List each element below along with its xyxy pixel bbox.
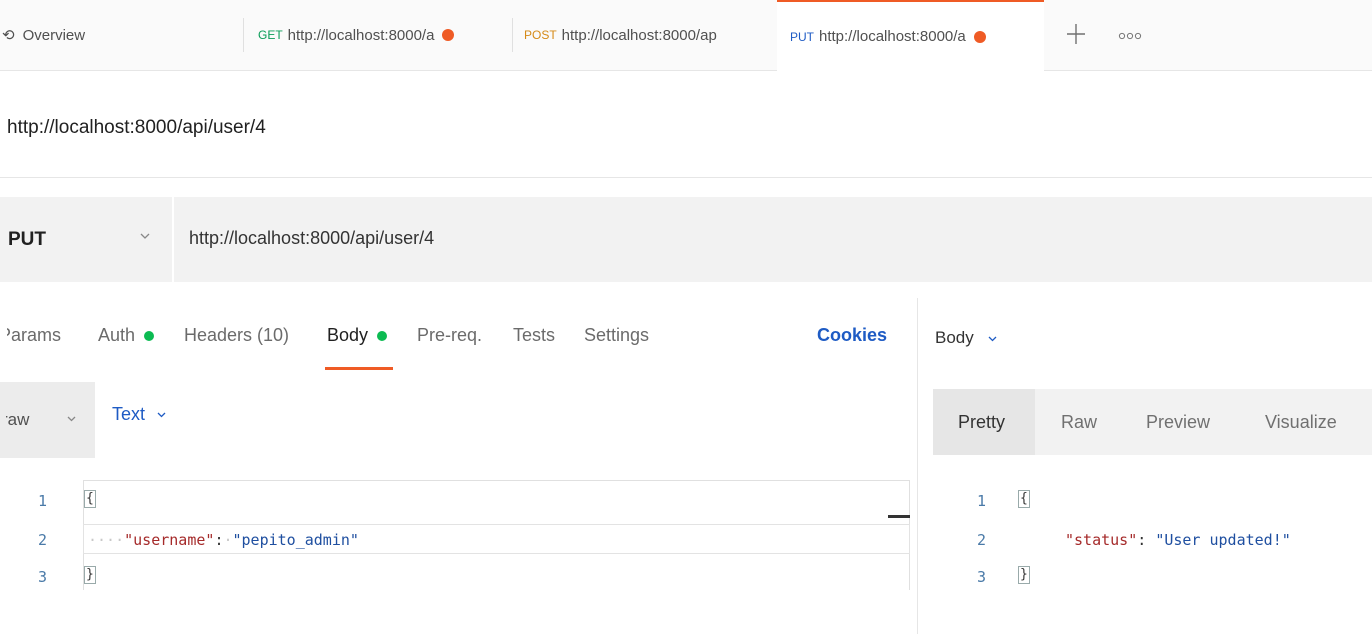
body-format-select[interactable]: Text xyxy=(112,404,168,425)
chevron-down-icon xyxy=(140,233,150,239)
body-mode-label: raw xyxy=(6,410,30,429)
tab-overview[interactable]: ⟲ Overview xyxy=(0,0,230,70)
tab-method-get: GET xyxy=(258,28,283,42)
tab-prereq[interactable]: Pre-req. xyxy=(417,325,482,346)
json-value: "User updated!" xyxy=(1155,531,1291,549)
line-number: 3 xyxy=(977,568,987,586)
indent-guide: ···· xyxy=(88,531,125,549)
close-brace: } xyxy=(1018,566,1030,584)
code-token: } xyxy=(84,564,96,584)
body-format-label: Text xyxy=(112,404,146,424)
method-select[interactable]: PUT xyxy=(0,197,172,282)
indent-guide: · xyxy=(223,531,233,549)
tab-preview[interactable]: Preview xyxy=(1146,412,1210,433)
status-dot-icon xyxy=(377,330,388,341)
line-number: 2 xyxy=(977,531,987,549)
tab-put-request[interactable]: PUT http://localhost:8000/a xyxy=(777,0,1044,71)
tab-url: http://localhost:8000/a xyxy=(287,26,435,44)
json-key: "username" xyxy=(124,531,215,549)
code-token: } xyxy=(1018,564,1030,584)
tab-url: http://localhost:8000/ap xyxy=(561,26,717,44)
tab-overview-label: Overview xyxy=(22,26,86,44)
tab-settings-label: Settings xyxy=(584,325,650,345)
open-brace: { xyxy=(1018,490,1030,508)
tab-headers[interactable]: Headers (10) xyxy=(184,325,289,346)
tab-auth-label: Auth xyxy=(98,325,136,345)
json-colon: : xyxy=(1137,531,1147,549)
more-tabs-icon[interactable] xyxy=(1118,29,1144,41)
active-tab-indicator xyxy=(325,367,393,370)
tab-divider xyxy=(243,18,244,52)
json-value: "pepito_admin" xyxy=(232,531,359,549)
code-token: { xyxy=(1018,488,1030,508)
unsaved-dot-icon xyxy=(442,29,455,41)
request-title[interactable]: http://localhost:8000/api/user/4 xyxy=(7,117,266,139)
code-line: ····"username":·"pepito_admin" xyxy=(88,531,359,549)
body-mode-select[interactable]: raw xyxy=(0,382,95,458)
response-body-select[interactable]: Body xyxy=(935,328,999,348)
tab-pretty[interactable]: Pretty xyxy=(958,412,1005,433)
chevron-down-icon xyxy=(67,416,76,422)
code-line: "status": "User updated!" xyxy=(1065,531,1291,549)
tab-post-request[interactable]: POST http://localhost:8000/ap xyxy=(524,0,774,70)
method-label: PUT xyxy=(8,228,46,250)
tab-method-put: PUT xyxy=(790,29,814,44)
tab-url: http://localhost:8000/a xyxy=(819,28,966,45)
status-dot-icon xyxy=(144,330,155,341)
code-token: { xyxy=(84,488,96,508)
tab-headers-label: Headers (10) xyxy=(184,325,290,345)
line-number: 1 xyxy=(38,492,48,510)
new-tab-plus-icon[interactable] xyxy=(1064,18,1088,48)
response-body-label: Body xyxy=(935,328,974,347)
pane-divider[interactable] xyxy=(917,298,918,634)
tab-settings[interactable]: Settings xyxy=(584,325,649,346)
tab-visualize[interactable]: Visualize xyxy=(1265,412,1337,433)
unsaved-dot-icon xyxy=(973,30,986,43)
tab-body[interactable]: Body xyxy=(327,325,388,346)
overview-icon: ⟲ xyxy=(2,27,15,44)
tab-raw[interactable]: Raw xyxy=(1061,412,1097,433)
line-number: 2 xyxy=(38,531,48,549)
tab-params[interactable]: Params xyxy=(7,325,76,346)
json-key: "status" xyxy=(1065,531,1138,549)
tab-get-request[interactable]: GET http://localhost:8000/a xyxy=(258,0,508,70)
chevron-down-icon xyxy=(988,336,997,341)
tab-method-post: POST xyxy=(524,28,557,42)
divider xyxy=(0,177,1372,178)
line-number: 3 xyxy=(38,568,48,586)
divider xyxy=(172,197,174,282)
tab-params-label: Params xyxy=(7,325,62,345)
tab-prereq-label: Pre-req. xyxy=(417,325,483,345)
tab-auth[interactable]: Auth xyxy=(98,325,155,346)
tab-body-label: Body xyxy=(327,325,369,345)
cookies-link[interactable]: Cookies xyxy=(817,325,887,346)
tab-tests-label: Tests xyxy=(513,325,556,345)
tab-divider xyxy=(512,18,513,52)
url-input[interactable]: http://localhost:8000/api/user/4 xyxy=(189,228,434,249)
close-brace: } xyxy=(84,566,96,584)
chevron-down-icon xyxy=(157,412,166,418)
tab-tests[interactable]: Tests xyxy=(513,325,555,346)
line-number: 1 xyxy=(977,492,987,510)
open-brace: { xyxy=(84,490,96,508)
